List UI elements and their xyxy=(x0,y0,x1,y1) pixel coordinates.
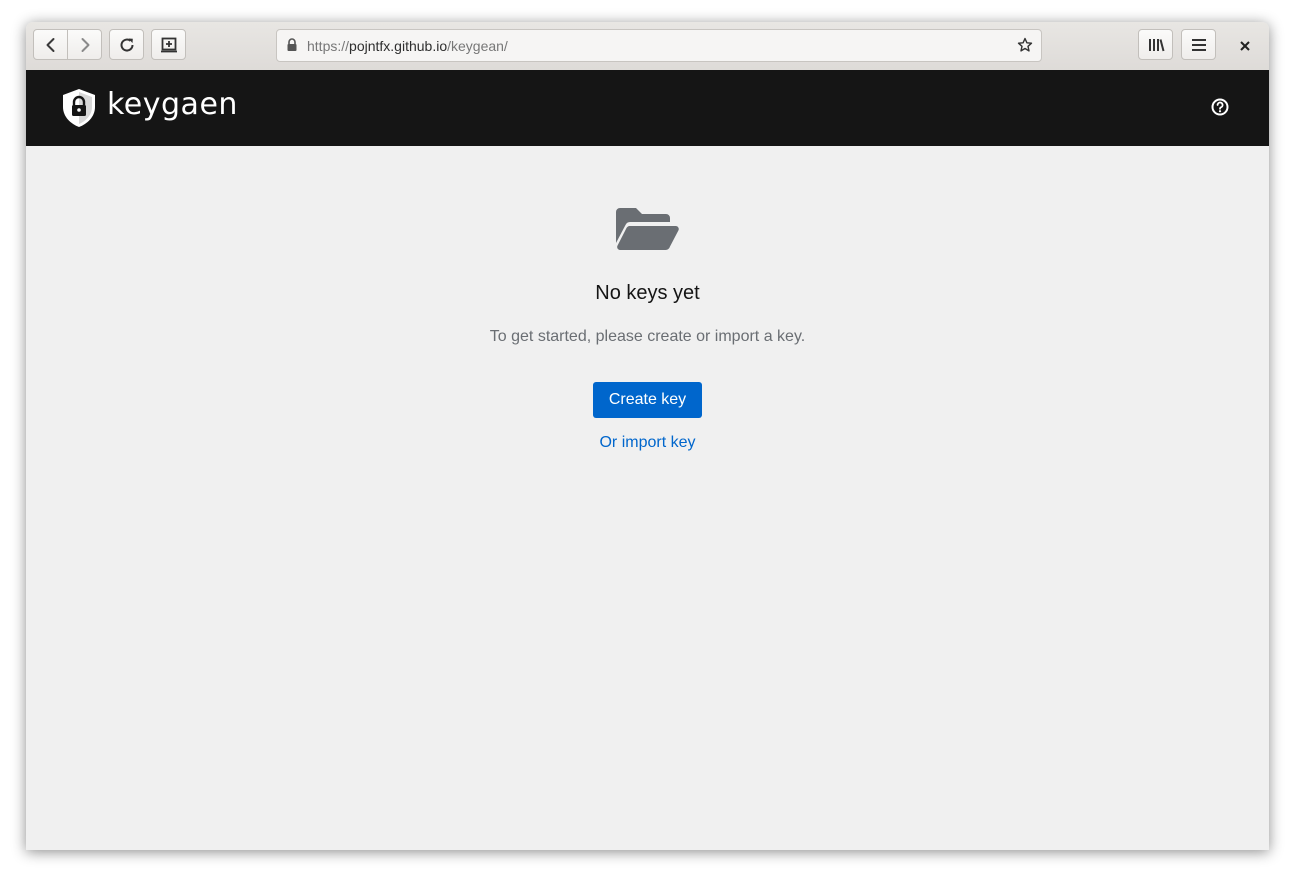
star-icon[interactable] xyxy=(1017,37,1033,53)
import-key-link-text[interactable]: Or import key xyxy=(599,434,695,451)
new-tab-icon xyxy=(160,37,177,52)
chevron-left-icon xyxy=(46,37,54,52)
question-circle-icon[interactable] xyxy=(1211,98,1229,116)
close-icon xyxy=(1240,41,1250,51)
folder-open-icon xyxy=(616,208,679,250)
import-key-link: Or import key xyxy=(26,434,1269,452)
browser-window: https://pojntfx.github.io/keygean/ keyga… xyxy=(26,22,1269,850)
app-header: keygaen xyxy=(26,70,1269,146)
shield-lock-icon xyxy=(63,89,95,127)
nav-button-group xyxy=(33,29,102,60)
back-button[interactable] xyxy=(34,30,68,59)
chevron-right-icon xyxy=(81,37,89,52)
url-scheme: https:// xyxy=(307,38,350,54)
url-bar[interactable]: https://pojntfx.github.io/keygean/ xyxy=(276,29,1042,62)
browser-toolbar: https://pojntfx.github.io/keygean/ xyxy=(26,22,1269,71)
url-path: /keygean/ xyxy=(447,38,508,54)
empty-state-description: To get started, please create or import … xyxy=(489,328,806,345)
hamburger-icon xyxy=(1191,38,1206,51)
library-button[interactable] xyxy=(1138,29,1173,60)
close-window-button[interactable] xyxy=(1235,36,1255,56)
reload-button[interactable] xyxy=(109,29,144,60)
lock-icon xyxy=(287,38,297,51)
main-content: No keys yet To get started, please creat… xyxy=(26,146,1269,850)
create-key-button[interactable]: Create key xyxy=(593,382,702,418)
url-domain: pojntfx.github.io xyxy=(349,38,448,54)
new-tab-button[interactable] xyxy=(151,29,186,60)
menu-button[interactable] xyxy=(1181,29,1216,60)
reload-icon xyxy=(120,38,134,52)
url-text[interactable]: https://pojntfx.github.io/keygean/ xyxy=(307,38,508,54)
library-icon xyxy=(1148,38,1164,51)
empty-state-title: No keys yet xyxy=(595,282,700,304)
forward-button[interactable] xyxy=(68,30,101,59)
app-brand[interactable]: keygaen xyxy=(107,87,238,122)
